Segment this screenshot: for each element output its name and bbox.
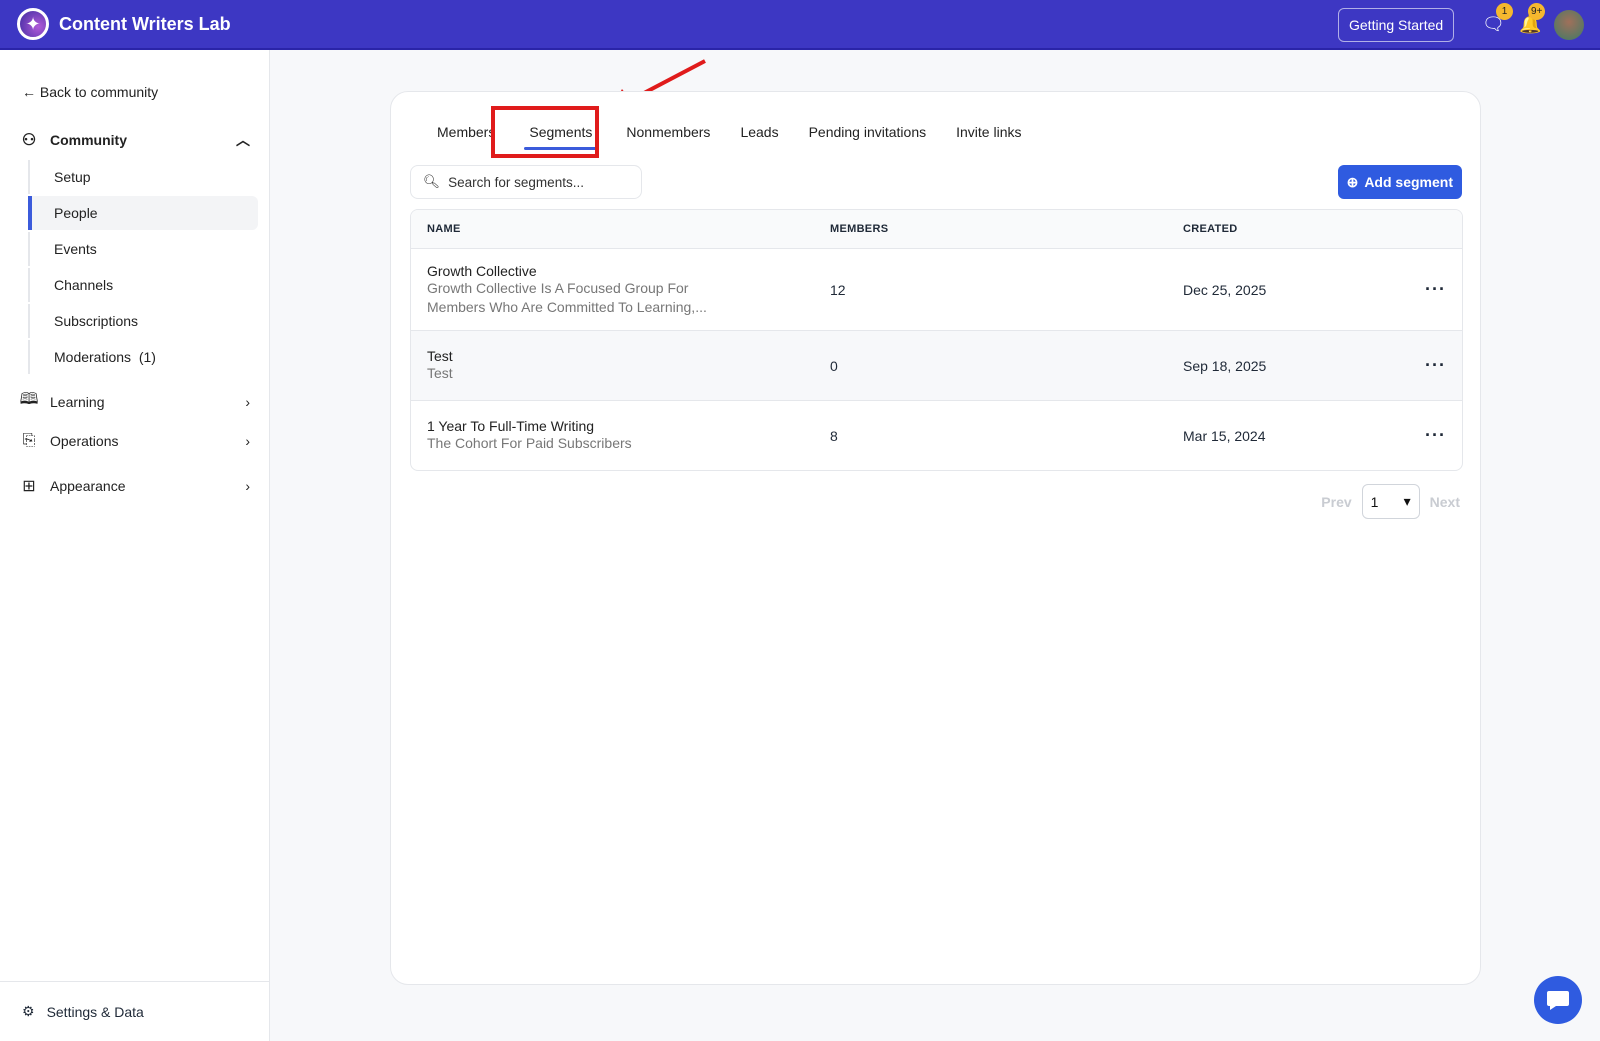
search-input[interactable]: 🔍︎ Search for segments...: [410, 165, 642, 199]
getting-started-button[interactable]: Getting Started: [1338, 8, 1455, 42]
segment-members: 12: [830, 281, 846, 298]
more-options-icon[interactable]: ···: [1425, 355, 1446, 376]
segment-description: The Cohort For Paid Subscribers: [427, 435, 632, 451]
search-placeholder: Search for segments...: [448, 174, 584, 190]
sidebar: ← Back to community ⚇ Community ︿ Setup Pe…: [0, 50, 270, 1041]
header-created: CREATED: [1183, 223, 1238, 235]
segments-card: Members Segments Nonmembers Leads Pendin…: [390, 91, 1481, 985]
gear-icon: ⚙: [22, 1003, 35, 1019]
prev-button[interactable]: Prev: [1321, 494, 1351, 510]
tab-leads[interactable]: Leads: [725, 114, 793, 150]
arrow-left-icon: ←: [22, 84, 36, 100]
top-bar: ✦ Content Writers Lab Getting Started 🗨 …: [0, 0, 1600, 50]
segment-created: Sep 18, 2025: [1183, 357, 1267, 374]
community-label: Community: [50, 132, 127, 148]
avatar[interactable]: [1554, 10, 1584, 40]
segment-created: Mar 15, 2024: [1183, 427, 1266, 444]
page-value: 1: [1370, 493, 1379, 510]
segment-created: Dec 25, 2025: [1183, 281, 1267, 298]
settings-and-data-link[interactable]: ⚙ Settings & Data: [0, 981, 270, 1041]
settings-label: Settings & Data: [46, 1003, 144, 1020]
appearance-label: Appearance: [50, 478, 126, 494]
segment-description: Growth Collective Is A Focused Group For…: [427, 279, 707, 315]
plus-circle-icon: ⊕: [1346, 173, 1359, 190]
brand-name[interactable]: Content Writers Lab: [59, 14, 231, 35]
table-row[interactable]: Test Test 0 Sep 18, 2025 ···: [411, 330, 1462, 400]
sidebar-item-moderations[interactable]: Moderations (1): [28, 340, 258, 374]
sidebar-learning[interactable]: 🕮 Learning ›: [18, 388, 250, 415]
add-segment-button[interactable]: ⊕ Add segment: [1337, 165, 1462, 199]
sidebar-item-subscriptions[interactable]: Subscriptions: [28, 304, 258, 338]
sidebar-community[interactable]: ⚇ Community ︿: [18, 130, 250, 150]
chat-badge: 1: [1496, 3, 1513, 20]
back-label: Back to community: [39, 84, 159, 100]
back-to-community-link[interactable]: ← Back to community: [22, 84, 158, 100]
chevron-right-icon: ›: [245, 393, 250, 410]
pagination: Prev 1 ▾ Next: [1321, 484, 1460, 519]
segment-name: 1 Year To Full-Time Writing: [427, 418, 595, 434]
sidebar-appearance[interactable]: ⊞ Appearance ›: [18, 476, 250, 496]
caret-down-icon: ▾: [1403, 493, 1411, 509]
sidebar-item-channels[interactable]: Channels: [28, 268, 258, 302]
sidebar-item-events[interactable]: Events: [28, 232, 258, 266]
table-header: NAME MEMBERS CREATED: [411, 210, 1462, 248]
notification-badge: 9+: [1528, 3, 1546, 20]
segment-name: Test: [427, 348, 453, 364]
highlight-box: [491, 106, 599, 158]
page-select[interactable]: 1 ▾: [1361, 484, 1420, 519]
add-segment-label: Add segment: [1364, 174, 1453, 190]
segment-members: 0: [830, 357, 838, 374]
table-row[interactable]: Growth Collective Growth Collective Is A …: [411, 248, 1462, 330]
logo-icon[interactable]: ✦: [17, 8, 49, 40]
search-icon: 🔍︎: [423, 174, 441, 189]
table-row[interactable]: 1 Year To Full-Time Writing The Cohort Fo…: [411, 400, 1462, 470]
tab-nonmembers[interactable]: Nonmembers: [611, 114, 725, 150]
community-icon: ⚇: [21, 132, 37, 149]
appearance-icon: ⊞: [22, 478, 36, 495]
header-name: NAME: [427, 223, 461, 235]
chat-widget-button[interactable]: [1534, 976, 1582, 1024]
sidebar-item-setup[interactable]: Setup: [28, 160, 258, 194]
segment-name: Growth Collective: [427, 262, 537, 279]
book-icon: 🕮: [19, 391, 39, 408]
chevron-right-icon: ›: [245, 478, 250, 494]
more-options-icon[interactable]: ···: [1425, 279, 1446, 300]
more-options-icon[interactable]: ···: [1425, 425, 1446, 446]
chevron-right-icon: ›: [245, 433, 250, 449]
operations-label: Operations: [50, 433, 119, 449]
segment-members: 8: [830, 427, 838, 444]
sidebar-item-people[interactable]: People: [28, 196, 258, 230]
tab-pending-invitations[interactable]: Pending invitations: [794, 114, 942, 150]
segments-table: NAME MEMBERS CREATED Growth Collective Gr…: [410, 209, 1463, 471]
operations-icon: ⎘: [22, 432, 36, 449]
next-button[interactable]: Next: [1430, 494, 1460, 510]
chevron-up-icon: ︿: [236, 132, 250, 148]
learning-label: Learning: [50, 393, 105, 410]
segment-description: Test: [427, 365, 453, 381]
chat-bubble-icon: [1547, 991, 1569, 1010]
sidebar-operations[interactable]: ⎘ Operations ›: [18, 432, 250, 450]
tab-invite-links[interactable]: Invite links: [941, 114, 1036, 150]
header-members: MEMBERS: [830, 223, 889, 235]
